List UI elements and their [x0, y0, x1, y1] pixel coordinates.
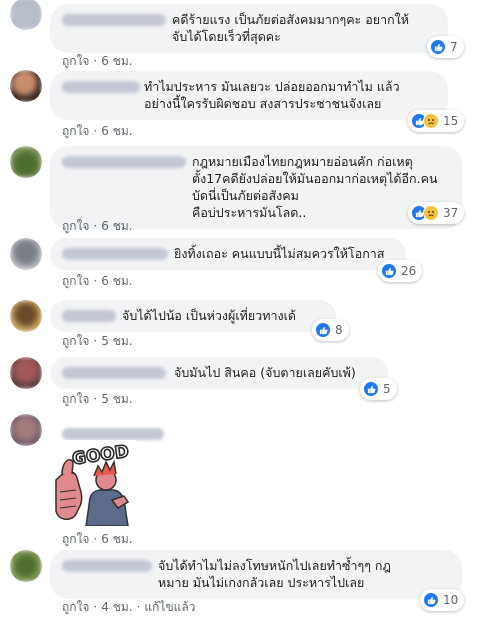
reaction-summary[interactable]: 8 [312, 319, 349, 341]
comment-bubble: คดีร้ายแรง เป็นภัยต่อสังคมมากๆคะ อยากให้… [50, 4, 448, 53]
reaction-count: 7 [450, 40, 458, 54]
comment-meta: ถูกใจ · 5 ชม. [62, 334, 133, 348]
timestamp[interactable]: 6 ชม. [101, 124, 132, 138]
comment-meta: ถูกใจ · 6 ชม. [62, 219, 133, 233]
timestamp[interactable]: 6 ชม. [101, 532, 132, 546]
avatar[interactable] [10, 550, 42, 582]
like-link[interactable]: ถูกใจ [62, 392, 89, 406]
reaction-summary[interactable]: 26 [378, 260, 423, 282]
avatar[interactable] [10, 70, 42, 102]
comment-meta: ถูกใจ · 4 ชม. · แก้ไขแล้ว [62, 600, 196, 614]
reaction-count: 10 [443, 593, 459, 607]
timestamp[interactable]: 4 ชม. [101, 600, 132, 614]
like-icon [423, 592, 439, 608]
timestamp[interactable]: 6 ชม. [101, 54, 132, 68]
timestamp[interactable]: 5 ชม. [101, 392, 132, 406]
timestamp[interactable]: 5 ชม. [101, 334, 132, 348]
comment-meta: ถูกใจ · 6 ชม. [62, 274, 133, 288]
reaction-summary[interactable]: 37 [408, 202, 465, 224]
edited-label[interactable]: แก้ไขแล้ว [144, 600, 195, 614]
comment-text: จับได้ทำไมไม่ลงโทษหนักไปเลยทำซ้ำๆๆ กฎ หม… [158, 558, 391, 590]
comment-text: ยิงทิ้งเถอะ คนแบบนี้ไม่สมควรให้โอกาส [174, 246, 385, 261]
like-link[interactable]: ถูกใจ [62, 219, 89, 233]
commenter-name[interactable] [62, 560, 152, 572]
commenter-name[interactable] [62, 156, 186, 168]
like-icon [381, 263, 397, 279]
comment-bubble: ทำไมประหาร มันเลยวะ ปล่อยออกมาทำไม แล้ว … [50, 71, 448, 120]
comment-bubble: กฎหมายเมืองไทยกฎหมายอ่อนคัก ก่อเหตุ ตั้ง… [50, 146, 462, 229]
comment-bubble: จับได้ไปน้อ เป็นห่วงผู้เที่ยวทางเด้ [50, 300, 336, 332]
comment-meta: ถูกใจ · 6 ชม. [62, 124, 133, 138]
sad-icon [423, 113, 439, 129]
avatar[interactable] [10, 0, 42, 30]
commenter-name[interactable] [62, 367, 166, 379]
like-icon [430, 39, 446, 55]
commenter-name[interactable] [62, 428, 164, 440]
like-link[interactable]: ถูกใจ [62, 124, 89, 138]
comment-text: คดีร้ายแรง เป็นภัยต่อสังคมมากๆคะ อยากให้… [172, 12, 410, 44]
comment-text: จับได้ไปน้อ เป็นห่วงผู้เที่ยวทางเด้ [122, 308, 296, 323]
avatar[interactable] [10, 146, 42, 178]
good-sticker[interactable]: GOOD [50, 440, 136, 527]
comment-meta: ถูกใจ · 5 ชม. [62, 392, 133, 406]
comment-bubble: จับมันไป สินคอ (จับตายเลยคับเพ้) [50, 357, 388, 389]
avatar[interactable] [10, 300, 42, 332]
comment-meta: ถูกใจ · 6 ชม. [62, 532, 133, 546]
comment-text: จับมันไป สินคอ (จับตายเลยคับเพ้) [174, 365, 356, 380]
reaction-summary[interactable]: 10 [420, 589, 465, 611]
commenter-name[interactable] [62, 248, 168, 260]
like-link[interactable]: ถูกใจ [62, 600, 89, 614]
commenter-name[interactable] [62, 310, 116, 322]
commenter-name[interactable] [62, 81, 140, 93]
reaction-count: 37 [443, 206, 459, 220]
avatar[interactable] [10, 414, 42, 446]
reaction-count: 26 [401, 264, 417, 278]
timestamp[interactable]: 6 ชม. [101, 274, 132, 288]
like-icon [315, 322, 331, 338]
reaction-summary[interactable]: 7 [427, 36, 464, 58]
reaction-summary[interactable]: 15 [408, 110, 465, 132]
like-icon [363, 381, 379, 397]
timestamp[interactable]: 6 ชม. [101, 219, 132, 233]
reaction-summary[interactable]: 5 [360, 378, 397, 400]
like-link[interactable]: ถูกใจ [62, 54, 89, 68]
commenter-name[interactable] [62, 14, 166, 26]
avatar[interactable] [10, 357, 42, 389]
reaction-count: 15 [443, 114, 459, 128]
sad-icon [423, 205, 439, 221]
like-link[interactable]: ถูกใจ [62, 532, 89, 546]
reaction-count: 8 [335, 323, 343, 337]
comment-text: ทำไมประหาร มันเลยวะ ปล่อยออกมาทำไม แล้ว … [144, 79, 400, 111]
comment-bubble: ยิงทิ้งเถอะ คนแบบนี้ไม่สมควรให้โอกาส [50, 238, 406, 270]
comment-meta: ถูกใจ · 6 ชม. [62, 54, 133, 68]
comment-bubble: จับได้ทำไมไม่ลงโทษหนักไปเลยทำซ้ำๆๆ กฎ หม… [50, 550, 462, 599]
avatar[interactable] [10, 238, 42, 270]
reaction-count: 5 [383, 382, 391, 396]
like-link[interactable]: ถูกใจ [62, 334, 89, 348]
comment-text: กฎหมายเมืองไทยกฎหมายอ่อนคัก ก่อเหตุ ตั้ง… [192, 154, 438, 220]
like-link[interactable]: ถูกใจ [62, 274, 89, 288]
